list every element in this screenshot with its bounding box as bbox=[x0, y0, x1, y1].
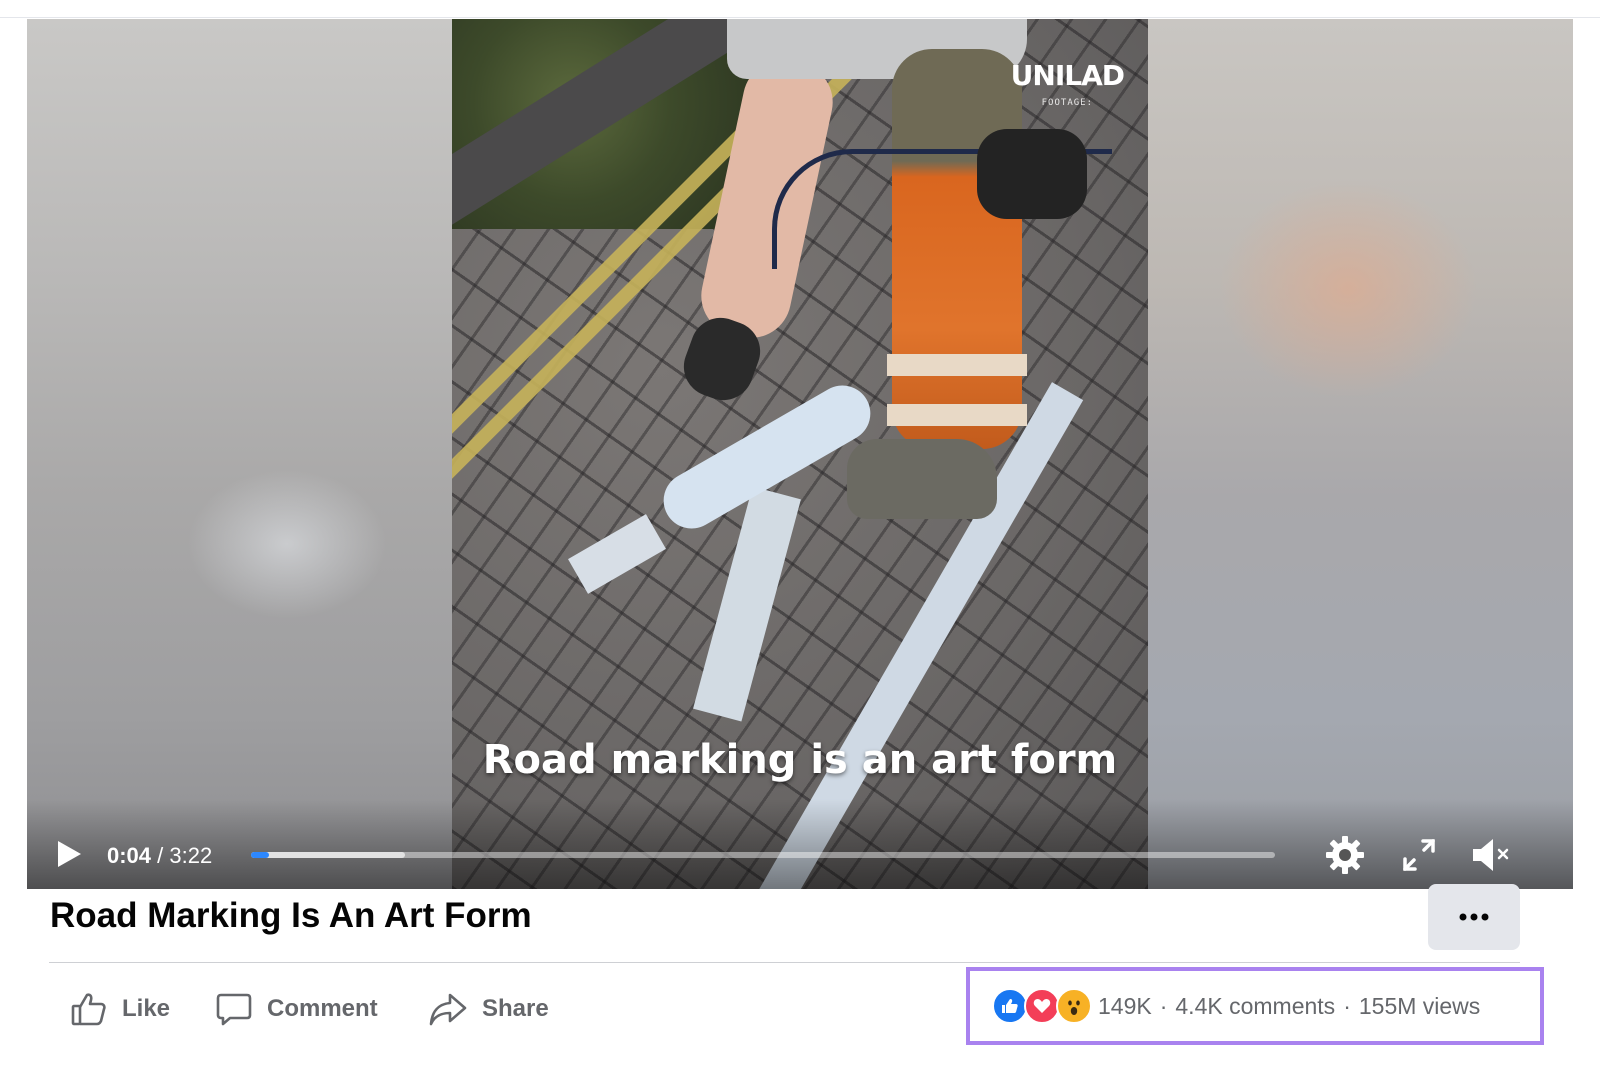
engagement-stats: 149K · 4.4K comments · 155M views bbox=[966, 967, 1544, 1045]
video-controls: 0:04 / 3:22 bbox=[27, 799, 1573, 889]
video-frame[interactable]: UNILAD FOOTAGE: Road marking is an art f… bbox=[452, 19, 1148, 889]
unilad-watermark: UNILAD FOOTAGE: bbox=[1010, 59, 1125, 108]
comment-label: Comment bbox=[267, 995, 378, 1022]
watermark-brand: UNILAD bbox=[1010, 59, 1125, 92]
mute-speaker-icon[interactable] bbox=[1469, 833, 1513, 877]
reaction-count[interactable]: 149K bbox=[1098, 993, 1152, 1019]
comment-button[interactable]: Comment bbox=[215, 986, 378, 1032]
fullscreen-icon[interactable] bbox=[1397, 833, 1441, 877]
like-reaction-icon bbox=[992, 988, 1028, 1024]
like-label: Like bbox=[122, 995, 171, 1022]
love-reaction-icon bbox=[1024, 988, 1060, 1024]
more-options-button[interactable] bbox=[1428, 884, 1520, 950]
time-total: 3:22 bbox=[169, 843, 213, 868]
worker-glove bbox=[977, 129, 1087, 219]
settings-gear-icon[interactable] bbox=[1323, 833, 1367, 877]
ellipsis-icon bbox=[1459, 913, 1489, 921]
time-current: 0:04 bbox=[107, 843, 152, 868]
video-caption: Road marking is an art form bbox=[482, 737, 1118, 783]
share-arrow-icon bbox=[429, 993, 467, 1026]
comment-count[interactable]: 4.4K comments bbox=[1175, 993, 1335, 1019]
progress-buffered bbox=[251, 852, 405, 858]
blurred-background-left bbox=[27, 19, 452, 889]
video-player[interactable]: UNILAD FOOTAGE: Road marking is an art f… bbox=[27, 19, 1573, 889]
view-count: 155M views bbox=[1358, 992, 1481, 1019]
stats-separator: · bbox=[1159, 992, 1168, 1019]
post-title: Road Marking Is An Art Form bbox=[50, 896, 532, 935]
divider bbox=[49, 962, 1520, 963]
reaction-icons[interactable] bbox=[992, 988, 1092, 1024]
wow-reaction-icon bbox=[1056, 988, 1092, 1024]
share-button[interactable]: Share bbox=[428, 986, 549, 1032]
worker-boot bbox=[847, 439, 997, 519]
white-paint-mark bbox=[568, 514, 666, 594]
progress-played bbox=[251, 852, 269, 858]
like-button[interactable]: Like bbox=[70, 986, 170, 1032]
thumbs-up-icon bbox=[71, 993, 106, 1026]
stats-separator: · bbox=[1343, 992, 1351, 1019]
watermark-footage-label: FOOTAGE: bbox=[1041, 98, 1093, 108]
reflective-stripe bbox=[887, 404, 1027, 426]
play-icon[interactable] bbox=[55, 839, 83, 869]
comment-bubble-icon bbox=[216, 993, 252, 1026]
time-display: 0:04 / 3:22 bbox=[107, 843, 212, 869]
top-edge bbox=[0, 0, 1600, 18]
time-separator: / bbox=[157, 843, 164, 868]
reflective-stripe bbox=[887, 354, 1027, 376]
progress-bar[interactable] bbox=[251, 852, 1275, 858]
share-label: Share bbox=[482, 995, 549, 1022]
stats-text: 149K · 4.4K comments · 155M views bbox=[1098, 993, 1480, 1020]
blurred-background-right bbox=[1148, 19, 1573, 889]
